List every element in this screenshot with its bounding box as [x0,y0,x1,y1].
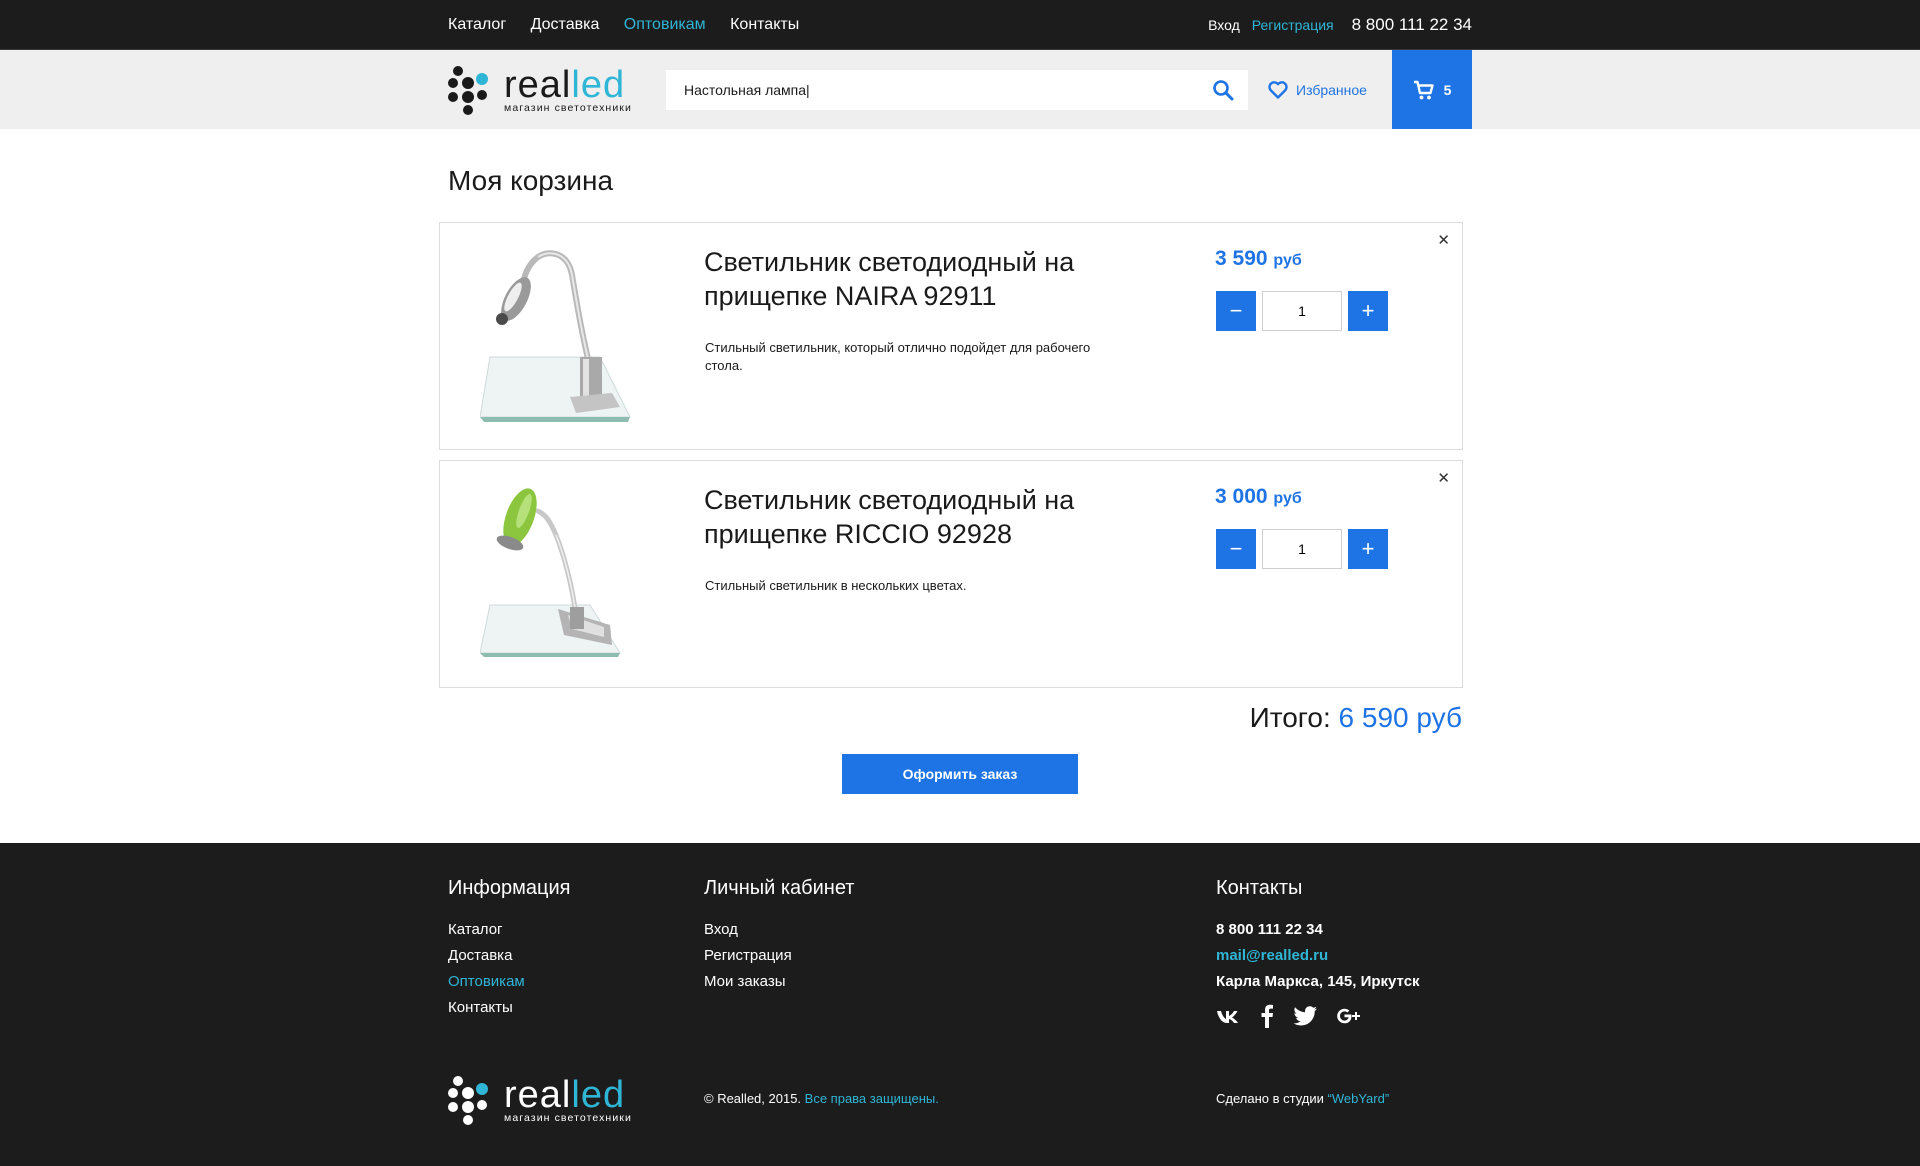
footer-contacts-title: Контакты [1216,877,1303,899]
top-right: Вход Регистрация 8 800 111 22 34 [1208,15,1472,35]
favorites-label: Избранное [1296,81,1367,98]
studio-link[interactable]: “WebYard” [1328,1091,1390,1106]
favorites-link[interactable]: Избранное [1268,80,1367,99]
product-title[interactable]: Светильник светодиодный на прищепке NAIR… [704,245,1124,313]
footer-link-catalog[interactable]: Каталог [448,922,570,938]
cart-item: Светильник светодиодный на прищепке NAIR… [439,222,1463,450]
search-icon[interactable] [1210,77,1236,103]
footer-info-title: Информация [448,877,571,899]
footer-link-register[interactable]: Регистрация [704,948,854,964]
cart-button[interactable]: 5 [1392,50,1472,129]
footer-link-login[interactable]: Вход [704,922,854,938]
logo-word-led: led [571,63,626,106]
footer-phone: 8 800 111 22 34 [1216,921,1323,938]
studio-prefix: Сделано в студии [1216,1091,1324,1106]
header: realled магазин светотехники Избранное 5 [0,50,1920,129]
top-bar: Каталог Доставка Оптовикам Контакты Вход… [0,0,1920,50]
footer: Информация Каталог Доставка Оптовикам Ко… [0,843,1920,1166]
total-label: Итого: [1249,702,1331,733]
logo-word-led: led [571,1074,626,1117]
price-value: 3 590 [1215,247,1268,270]
vk-icon[interactable] [1216,1008,1242,1029]
product-description: Стильный светильник, который отлично под… [705,340,1091,373]
cart-total: Итого: 6 590 руб [448,702,1472,734]
remove-item-close-icon[interactable]: ✕ [1437,469,1450,487]
logo[interactable]: realled магазин светотехники [448,65,658,115]
social-links [1216,1004,1420,1033]
remove-item-close-icon[interactable]: ✕ [1437,231,1450,249]
logo-subtitle: магазин светотехники [504,1112,632,1125]
increase-qty-button[interactable]: + [1348,529,1388,569]
top-nav-wholesale[interactable]: Оптовикам [624,16,706,33]
product-price: 3 000 руб [1215,485,1302,509]
footer-email-link[interactable]: mail@realled.ru [1216,948,1420,964]
studio-credit: Сделано в студии “WebYard” [1216,1091,1389,1106]
quantity-input[interactable] [1262,529,1342,569]
price-value: 3 000 [1215,485,1268,508]
google-plus-icon[interactable] [1336,1004,1362,1033]
cart-item: Светильник светодиодный на прищепке RICC… [439,460,1463,688]
product-image-naira[interactable] [480,247,640,427]
logo-dots-icon [448,1076,488,1125]
footer-address: Карла Маркса, 145, Иркутск [1216,973,1420,990]
quantity-input[interactable] [1262,291,1342,331]
logo-text: realled магазин светотехники [504,1076,632,1124]
product-description: Стильный светильник в нескольких цветах. [705,578,967,593]
logo-word-real: real [504,1074,572,1117]
product-title[interactable]: Светильник светодиодный на прищепке RICC… [704,483,1124,551]
footer-account-column: Личный кабинет Вход Регистрация Мои зака… [704,877,854,1000]
top-nav-contacts[interactable]: Контакты [730,16,799,33]
search-input[interactable] [684,81,1210,98]
footer-link-contacts[interactable]: Контакты [448,1000,570,1016]
footer-logo[interactable]: realled магазин светотехники [448,1075,658,1125]
logo-text: realled магазин светотехники [504,66,632,114]
footer-link-delivery[interactable]: Доставка [448,948,570,964]
footer-info-column: Информация Каталог Доставка Оптовикам Ко… [448,877,570,1026]
logo-dots-icon [448,65,488,115]
product-image-riccio[interactable] [480,485,640,665]
copyright: © Realled, 2015. Все права защищены. [704,1091,939,1106]
twitter-icon[interactable] [1292,1006,1318,1031]
price-currency: руб [1273,490,1302,507]
price-currency: руб [1273,252,1302,269]
quantity-stepper: − + [1216,291,1388,331]
heart-icon [1268,80,1288,99]
increase-qty-button[interactable]: + [1348,291,1388,331]
top-nav: Каталог Доставка Оптовикам Контакты [448,16,819,34]
product-price: 3 590 руб [1215,247,1302,271]
main-content: Моя корзина Светильник светодиодный на п… [439,129,1472,794]
cart-count: 5 [1443,81,1452,98]
decrease-qty-button[interactable]: − [1216,291,1256,331]
logo-subtitle: магазин светотехники [504,101,632,114]
footer-link-wholesale[interactable]: Оптовикам [448,974,570,990]
footer-account-title: Личный кабинет [704,877,855,899]
header-phone: 8 800 111 22 34 [1351,14,1472,34]
top-nav-catalog[interactable]: Каталог [448,16,506,33]
checkout-button[interactable]: Оформить заказ [842,754,1078,794]
facebook-icon[interactable] [1260,1004,1274,1033]
footer-link-my-orders[interactable]: Мои заказы [704,974,854,990]
total-value: 6 590 руб [1338,702,1462,733]
quantity-stepper: − + [1216,529,1388,569]
page-title: Моя корзина [448,165,614,196]
cart-icon [1413,80,1434,99]
register-link[interactable]: Регистрация [1252,17,1334,33]
logo-word-real: real [504,63,572,106]
rights-text: Все права защищены. [804,1091,939,1106]
copyright-text: © Realled, 2015. [704,1091,802,1106]
footer-contacts-column: Контакты 8 800 111 22 34 mail@realled.ru… [1216,877,1420,1033]
decrease-qty-button[interactable]: − [1216,529,1256,569]
search-box [666,69,1248,110]
top-nav-delivery[interactable]: Доставка [531,16,600,33]
login-link[interactable]: Вход [1208,17,1240,33]
